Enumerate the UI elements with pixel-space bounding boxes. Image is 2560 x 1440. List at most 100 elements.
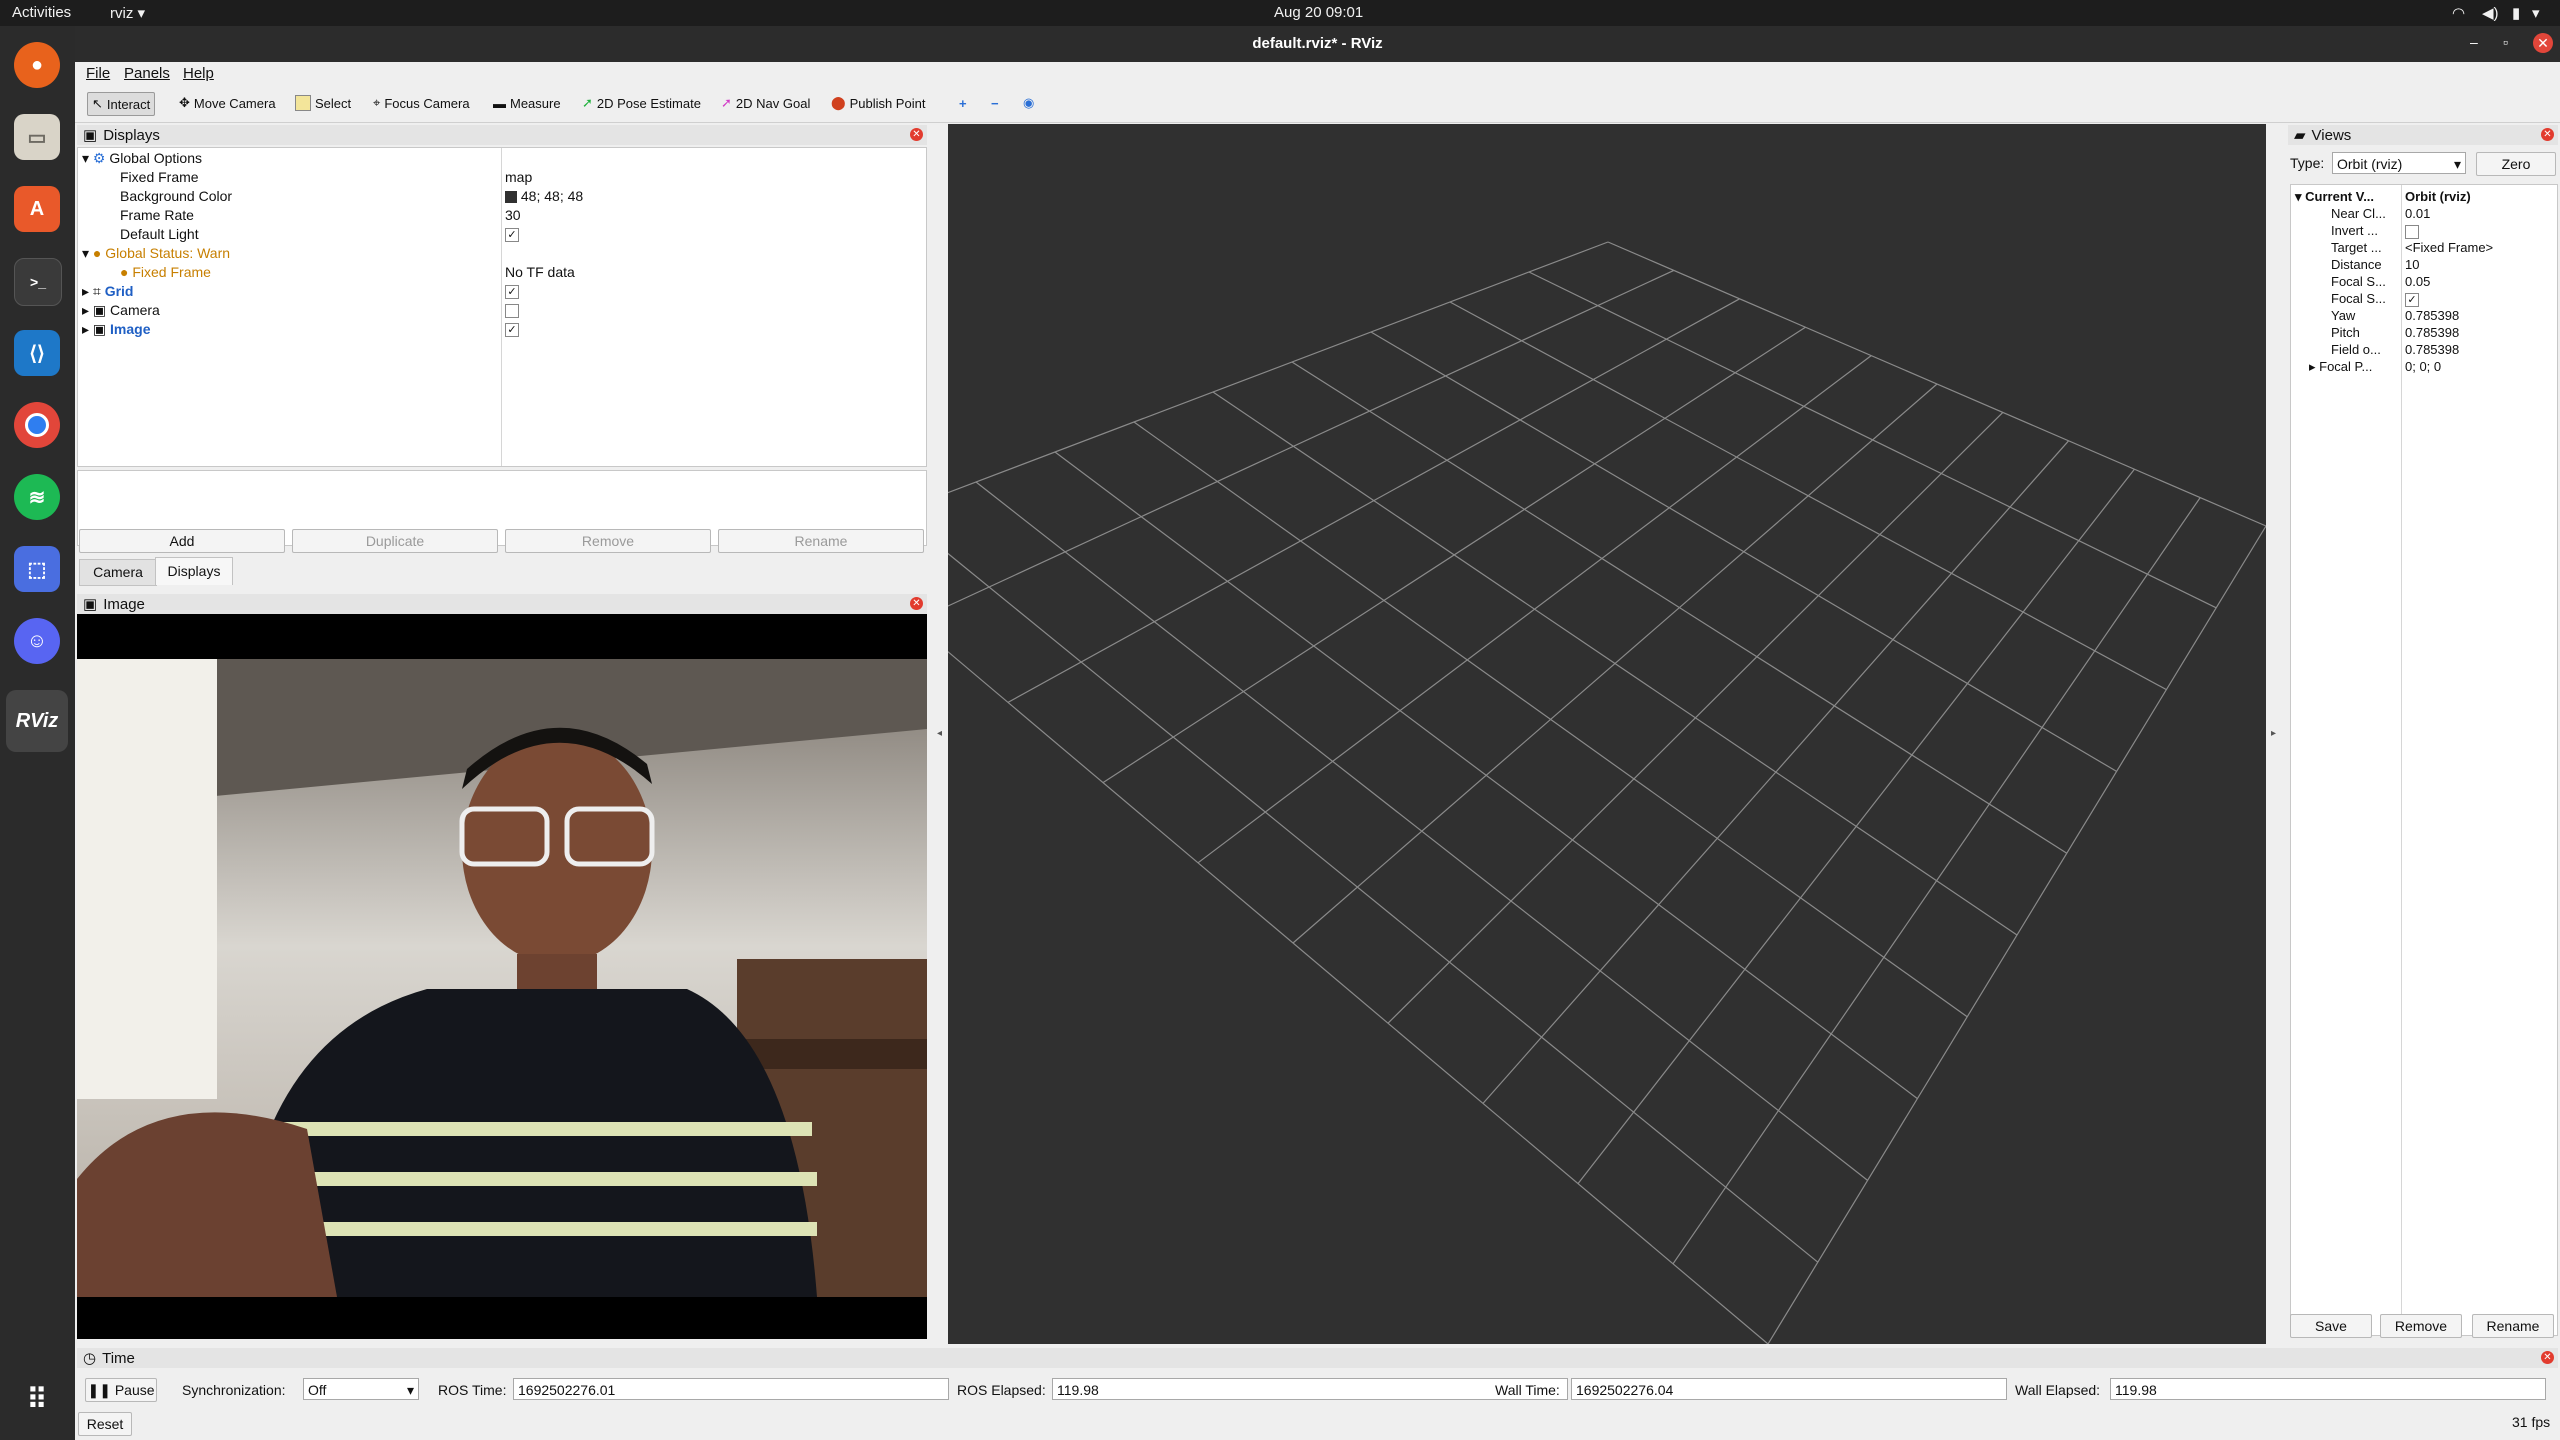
- wall-time-field[interactable]: 1692502276.04: [1571, 1378, 2007, 1400]
- collapse-right-icon[interactable]: ▸: [2271, 728, 2276, 739]
- image-display-row[interactable]: ▸ ▣ Image: [82, 320, 151, 339]
- close-icon[interactable]: ✕: [2533, 33, 2553, 53]
- pose-estimate-tool[interactable]: ➚ 2D Pose Estimate: [578, 92, 705, 114]
- move-camera-tool[interactable]: ✥ Move Camera: [175, 92, 280, 114]
- pose-estimate-label: 2D Pose Estimate: [596, 95, 701, 111]
- chevron-right-icon: ▸: [82, 302, 90, 318]
- sync-select[interactable]: Off ▾: [303, 1378, 419, 1400]
- 3d-viewport[interactable]: [948, 124, 2266, 1344]
- duplicate-button[interactable]: Duplicate: [292, 529, 498, 553]
- discord-icon[interactable]: ☺: [14, 618, 60, 664]
- move-camera-label: Move Camera: [193, 95, 276, 111]
- save-view-button[interactable]: Save: [2290, 1314, 2372, 1338]
- publish-point-tool[interactable]: ⬤ Publish Point: [827, 92, 929, 114]
- spotify-icon[interactable]: ≋: [14, 474, 60, 520]
- firefox-icon[interactable]: ●: [14, 42, 60, 88]
- add-tool-button[interactable]: +: [955, 92, 971, 114]
- chevron-right-icon[interactable]: ▸: [2309, 359, 2319, 374]
- rename-view-button[interactable]: Rename: [2472, 1314, 2554, 1338]
- minimize-icon[interactable]: –: [2470, 34, 2478, 50]
- app-menu[interactable]: rviz ▾: [110, 4, 145, 22]
- ros-time-field[interactable]: 1692502276.01: [513, 1378, 949, 1400]
- terminal-icon[interactable]: >_: [14, 258, 62, 306]
- rviz-icon[interactable]: RViz: [6, 690, 68, 752]
- frame-rate-value[interactable]: 30: [505, 206, 521, 225]
- chevron-down-icon: ▾: [82, 245, 90, 261]
- green-arrow-icon: ➚: [582, 95, 593, 110]
- sync-label: Synchronization:: [182, 1382, 286, 1398]
- focus-camera-tool[interactable]: ⌖ Focus Camera: [369, 92, 474, 114]
- zero-button[interactable]: Zero: [2476, 152, 2556, 176]
- remove-view-button[interactable]: Remove: [2380, 1314, 2462, 1338]
- grid-label: Grid: [104, 283, 134, 299]
- close-icon[interactable]: ✕: [910, 597, 923, 610]
- tab-camera[interactable]: Camera: [79, 559, 157, 586]
- background-color-field[interactable]: 48; 48; 48: [505, 187, 583, 206]
- grid-checkbox[interactable]: ✓: [505, 282, 519, 301]
- chrome-icon[interactable]: [14, 402, 60, 448]
- eye-icon: ◉: [1023, 95, 1035, 110]
- screenshot-icon[interactable]: ⬚: [14, 546, 60, 592]
- remove-tool-button[interactable]: −: [987, 92, 1003, 114]
- tab-displays[interactable]: Displays: [155, 557, 233, 585]
- status-fixed-frame-row[interactable]: ● Fixed Frame: [120, 263, 211, 282]
- image-label: Image: [110, 321, 151, 337]
- minus-icon: −: [991, 95, 999, 111]
- menu-panels[interactable]: Panels: [124, 65, 170, 82]
- global-status-row[interactable]: ▾ ● Global Status: Warn: [82, 244, 230, 263]
- nav-goal-label: 2D Nav Goal: [735, 95, 811, 111]
- add-button[interactable]: Add: [79, 529, 285, 553]
- view-prop-checkbox[interactable]: [2405, 224, 2419, 239]
- view-type-select[interactable]: Orbit (rviz) ▾: [2332, 152, 2466, 174]
- menu-help[interactable]: Help: [183, 65, 214, 82]
- measure-tool[interactable]: ▬ Measure: [489, 92, 565, 114]
- image-checkbox[interactable]: ✓: [505, 320, 519, 339]
- activities-button[interactable]: Activities: [12, 4, 71, 21]
- view-prop-checkbox[interactable]: ✓: [2405, 292, 2419, 307]
- default-light-label: Default Light: [120, 226, 199, 242]
- pause-button[interactable]: ❚❚ Pause: [85, 1378, 157, 1402]
- remove-button[interactable]: Remove: [505, 529, 711, 553]
- rename-button[interactable]: Rename: [718, 529, 924, 553]
- grid-display-row[interactable]: ▸ ⌗ Grid: [82, 282, 133, 301]
- menu-file[interactable]: File: [86, 65, 110, 82]
- window-title-bar: default.rviz* - RViz – ▫ ✕: [75, 26, 2560, 62]
- nav-goal-tool[interactable]: ➚ 2D Nav Goal: [717, 92, 814, 114]
- measure-label: Measure: [510, 95, 561, 111]
- clock[interactable]: Aug 20 09:01: [1274, 4, 1363, 21]
- grid-line: [1133, 421, 1968, 1018]
- select-tool[interactable]: Select: [291, 92, 355, 114]
- interact-tool[interactable]: ↖ Interact: [87, 92, 156, 116]
- vscode-icon[interactable]: ⟨⟩: [14, 330, 60, 376]
- image-icon: ▣: [83, 596, 98, 613]
- close-icon[interactable]: ✕: [2541, 1351, 2554, 1364]
- ros-elapsed-field[interactable]: 119.98: [1052, 1378, 1568, 1400]
- global-status-label: Global Status: Warn: [105, 245, 231, 261]
- views-panel: ▰ Views ✕ Type: Orbit (rviz) ▾ Zero ▾ Cur…: [2288, 125, 2558, 1340]
- collapse-left-icon[interactable]: ◂: [937, 728, 942, 739]
- global-options-row[interactable]: ▾ ⚙ Global Options: [82, 149, 202, 168]
- reset-button[interactable]: Reset: [78, 1412, 132, 1436]
- magenta-arrow-icon: ➚: [721, 95, 732, 110]
- interact-label: Interact: [106, 96, 151, 112]
- fixed-frame-value[interactable]: map: [505, 168, 532, 187]
- software-center-icon[interactable]: A: [14, 186, 60, 232]
- maximize-icon[interactable]: ▫: [2503, 34, 2508, 50]
- battery-icon[interactable]: ▮: [2512, 4, 2520, 22]
- default-light-checkbox[interactable]: ✓: [505, 225, 519, 244]
- camera-display-row[interactable]: ▸ ▣ Camera: [82, 301, 160, 320]
- chevron-down-icon[interactable]: ▾: [2532, 4, 2540, 22]
- view-prop-value[interactable]: 0; 0; 0: [2405, 357, 2441, 376]
- app-grid-icon[interactable]: ⠿: [14, 1376, 60, 1422]
- files-icon[interactable]: ▭: [14, 114, 60, 160]
- close-icon[interactable]: ✕: [2541, 128, 2554, 141]
- camera-checkbox[interactable]: [505, 301, 519, 320]
- volume-icon[interactable]: ◀): [2482, 4, 2499, 22]
- wall-elapsed-field[interactable]: 119.98: [2110, 1378, 2546, 1400]
- close-icon[interactable]: ✕: [910, 128, 923, 141]
- wifi-icon[interactable]: ◠: [2452, 4, 2465, 22]
- app-name: rviz: [110, 5, 134, 22]
- image-panel-header: ▣ Image ✕: [77, 594, 927, 614]
- tool-properties-button[interactable]: ◉: [1019, 92, 1038, 114]
- displays-panel-header: ▣ Displays ✕: [77, 125, 927, 145]
